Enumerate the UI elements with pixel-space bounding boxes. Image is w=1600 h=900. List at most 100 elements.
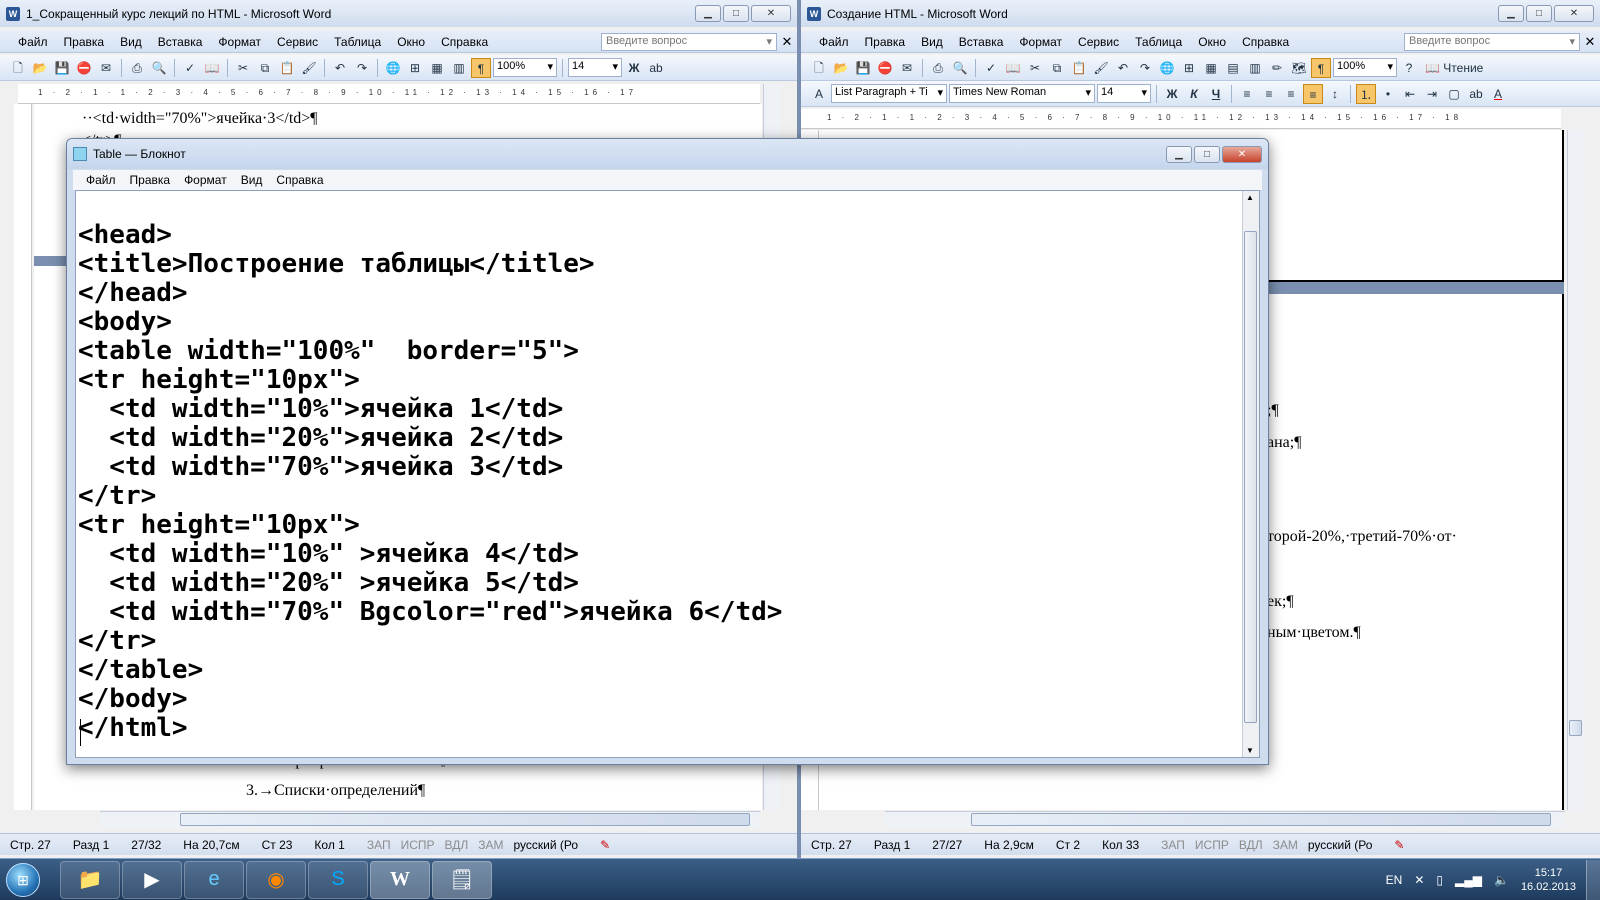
scroll-down-icon[interactable]: ▼ <box>1246 746 1254 755</box>
menu-help[interactable]: Справка <box>1234 35 1297 49</box>
right-horizontal-ruler[interactable]: 1 · 2 · 1 · 1 · 2 · 3 · 4 · 5 · 6 · 7 · … <box>801 109 1561 129</box>
status-rec[interactable]: ЗАП <box>1161 838 1185 852</box>
minimize-button[interactable]: ▁ <box>695 5 721 22</box>
research-icon[interactable]: 📖 <box>202 58 222 78</box>
insert-table-icon[interactable]: ▦ <box>1201 58 1221 78</box>
menu-format[interactable]: Формат <box>1011 35 1070 49</box>
drawing-icon[interactable]: ✏ <box>1267 58 1287 78</box>
columns-icon[interactable]: ▥ <box>449 58 469 78</box>
menu-edit[interactable]: Правка <box>56 35 113 49</box>
media-player-icon[interactable]: ▶ <box>122 860 182 899</box>
undo-icon[interactable]: ↶ <box>330 58 350 78</box>
highlight-icon[interactable]: ab <box>1466 84 1486 104</box>
close-button[interactable]: ✕ <box>1554 5 1594 22</box>
redo-icon[interactable]: ↷ <box>1135 58 1155 78</box>
notepad-text-area[interactable]: <head> <title>Построение таблицы</title> <… <box>75 190 1260 758</box>
undo-icon[interactable]: ↶ <box>1113 58 1133 78</box>
show-formatting-icon[interactable]: ¶ <box>471 57 491 78</box>
menu-help[interactable]: Справка <box>433 35 496 49</box>
spelling-icon[interactable]: ✓ <box>180 58 200 78</box>
zoom-select[interactable]: 100% ▾ <box>493 58 557 77</box>
underline-button[interactable]: Ч <box>1206 84 1226 104</box>
menu-window[interactable]: Окно <box>389 35 433 49</box>
align-center-icon[interactable]: ≡ <box>1259 84 1279 104</box>
hyperlink-icon[interactable]: 🌐 <box>1157 58 1177 78</box>
spelling-check-icon[interactable]: ab <box>646 58 666 78</box>
hyperlink-icon[interactable]: 🌐 <box>383 58 403 78</box>
menu-edit[interactable]: Правка <box>123 173 178 187</box>
menu-file[interactable]: Файл <box>10 35 56 49</box>
format-painter-icon[interactable]: 🖌 <box>299 58 319 78</box>
right-horizontal-scrollbar[interactable] <box>885 811 1565 828</box>
minimize-button[interactable]: ▁ <box>1166 145 1192 163</box>
scroll-thumb[interactable] <box>180 813 750 826</box>
status-ext[interactable]: ВДЛ <box>445 838 469 852</box>
document-map-icon[interactable]: 🗺 <box>1289 58 1309 78</box>
font-color-icon[interactable]: A <box>1488 84 1508 104</box>
notepad-icon[interactable]: 🗒 <box>432 860 492 899</box>
close-button[interactable]: ✕ <box>1222 145 1262 163</box>
explorer-icon[interactable]: 📁 <box>60 860 120 899</box>
menu-format[interactable]: Формат <box>177 173 234 187</box>
print-preview-icon[interactable]: 🔍 <box>950 58 970 78</box>
minimize-button[interactable]: ▁ <box>1498 5 1524 22</box>
status-ovr[interactable]: ЗАМ <box>1273 838 1298 852</box>
increase-indent-icon[interactable]: ⇥ <box>1422 84 1442 104</box>
menu-file[interactable]: Файл <box>811 35 857 49</box>
ask-question-input[interactable]: Введите вопрос ▾ <box>1404 32 1580 51</box>
menu-format[interactable]: Формат <box>210 35 269 49</box>
paste-icon[interactable]: 📋 <box>277 58 297 78</box>
menu-table[interactable]: Таблица <box>326 35 389 49</box>
print-icon[interactable]: ⎙ <box>928 58 948 78</box>
menu-tools[interactable]: Сервис <box>1070 35 1127 49</box>
new-doc-icon[interactable]: 🗋 <box>8 58 28 78</box>
notepad-vertical-scrollbar[interactable]: ▲ ▼ <box>1242 191 1259 757</box>
right-vertical-scrollbar[interactable] <box>1567 130 1584 810</box>
print-icon[interactable]: ⎙ <box>127 58 147 78</box>
style-select[interactable]: List Paragraph + Ti ▾ <box>831 84 947 103</box>
cut-icon[interactable]: ✂ <box>233 58 253 78</box>
permission-icon[interactable]: ⛔ <box>875 58 895 78</box>
menu-table[interactable]: Таблица <box>1127 35 1190 49</box>
volume-icon[interactable]: 🔈 <box>1494 873 1509 887</box>
signal-icon[interactable]: ▂▄▆ <box>1455 873 1482 887</box>
internet-explorer-icon[interactable]: e <box>184 860 244 899</box>
status-rec[interactable]: ЗАП <box>367 838 391 852</box>
menu-insert[interactable]: Вставка <box>150 35 211 49</box>
menu-view[interactable]: Вид <box>234 173 270 187</box>
open-icon[interactable]: 📂 <box>831 58 851 78</box>
firefox-icon[interactable]: ◉ <box>246 860 306 899</box>
print-preview-icon[interactable]: 🔍 <box>149 58 169 78</box>
menu-help[interactable]: Справка <box>269 173 330 187</box>
excel-icon[interactable]: ▤ <box>1223 58 1243 78</box>
paste-icon[interactable]: 📋 <box>1069 58 1089 78</box>
reading-mode-button[interactable]: 📖 Чтение <box>1421 58 1487 78</box>
battery-icon[interactable]: ▯ <box>1436 873 1443 887</box>
clock[interactable]: 15:17 16.02.2013 <box>1521 866 1576 894</box>
spelling-status-icon[interactable]: ✎ <box>600 838 610 852</box>
copy-icon[interactable]: ⧉ <box>1047 58 1067 78</box>
scroll-thumb[interactable] <box>1244 231 1257 723</box>
format-painter-icon[interactable]: 🖌 <box>1091 58 1111 78</box>
font-name-select[interactable]: Times New Roman ▾ <box>949 84 1095 103</box>
close-button[interactable]: ✕ <box>751 5 791 22</box>
line-spacing-icon[interactable]: ↕ <box>1325 84 1345 104</box>
scroll-thumb[interactable] <box>971 813 1551 826</box>
menu-view[interactable]: Вид <box>913 35 951 49</box>
status-trk[interactable]: ИСПР <box>401 838 435 852</box>
status-ovr[interactable]: ЗАМ <box>478 838 503 852</box>
permission-icon[interactable]: ⛔ <box>74 58 94 78</box>
spelling-icon[interactable]: ✓ <box>981 58 1001 78</box>
status-ext[interactable]: ВДЛ <box>1239 838 1263 852</box>
status-trk[interactable]: ИСПР <box>1195 838 1229 852</box>
scroll-thumb[interactable] <box>1569 720 1582 736</box>
left-horizontal-scrollbar[interactable] <box>100 811 760 828</box>
language-indicator[interactable]: EN <box>1386 873 1403 887</box>
maximize-button[interactable]: □ <box>1194 145 1220 163</box>
menu-tools[interactable]: Сервис <box>269 35 326 49</box>
new-doc-icon[interactable]: 🗋 <box>809 58 829 78</box>
align-right-icon[interactable]: ≡ <box>1281 84 1301 104</box>
font-size-select[interactable]: 14 ▾ <box>568 58 622 77</box>
redo-icon[interactable]: ↷ <box>352 58 372 78</box>
menu-file[interactable]: Файл <box>79 173 123 187</box>
